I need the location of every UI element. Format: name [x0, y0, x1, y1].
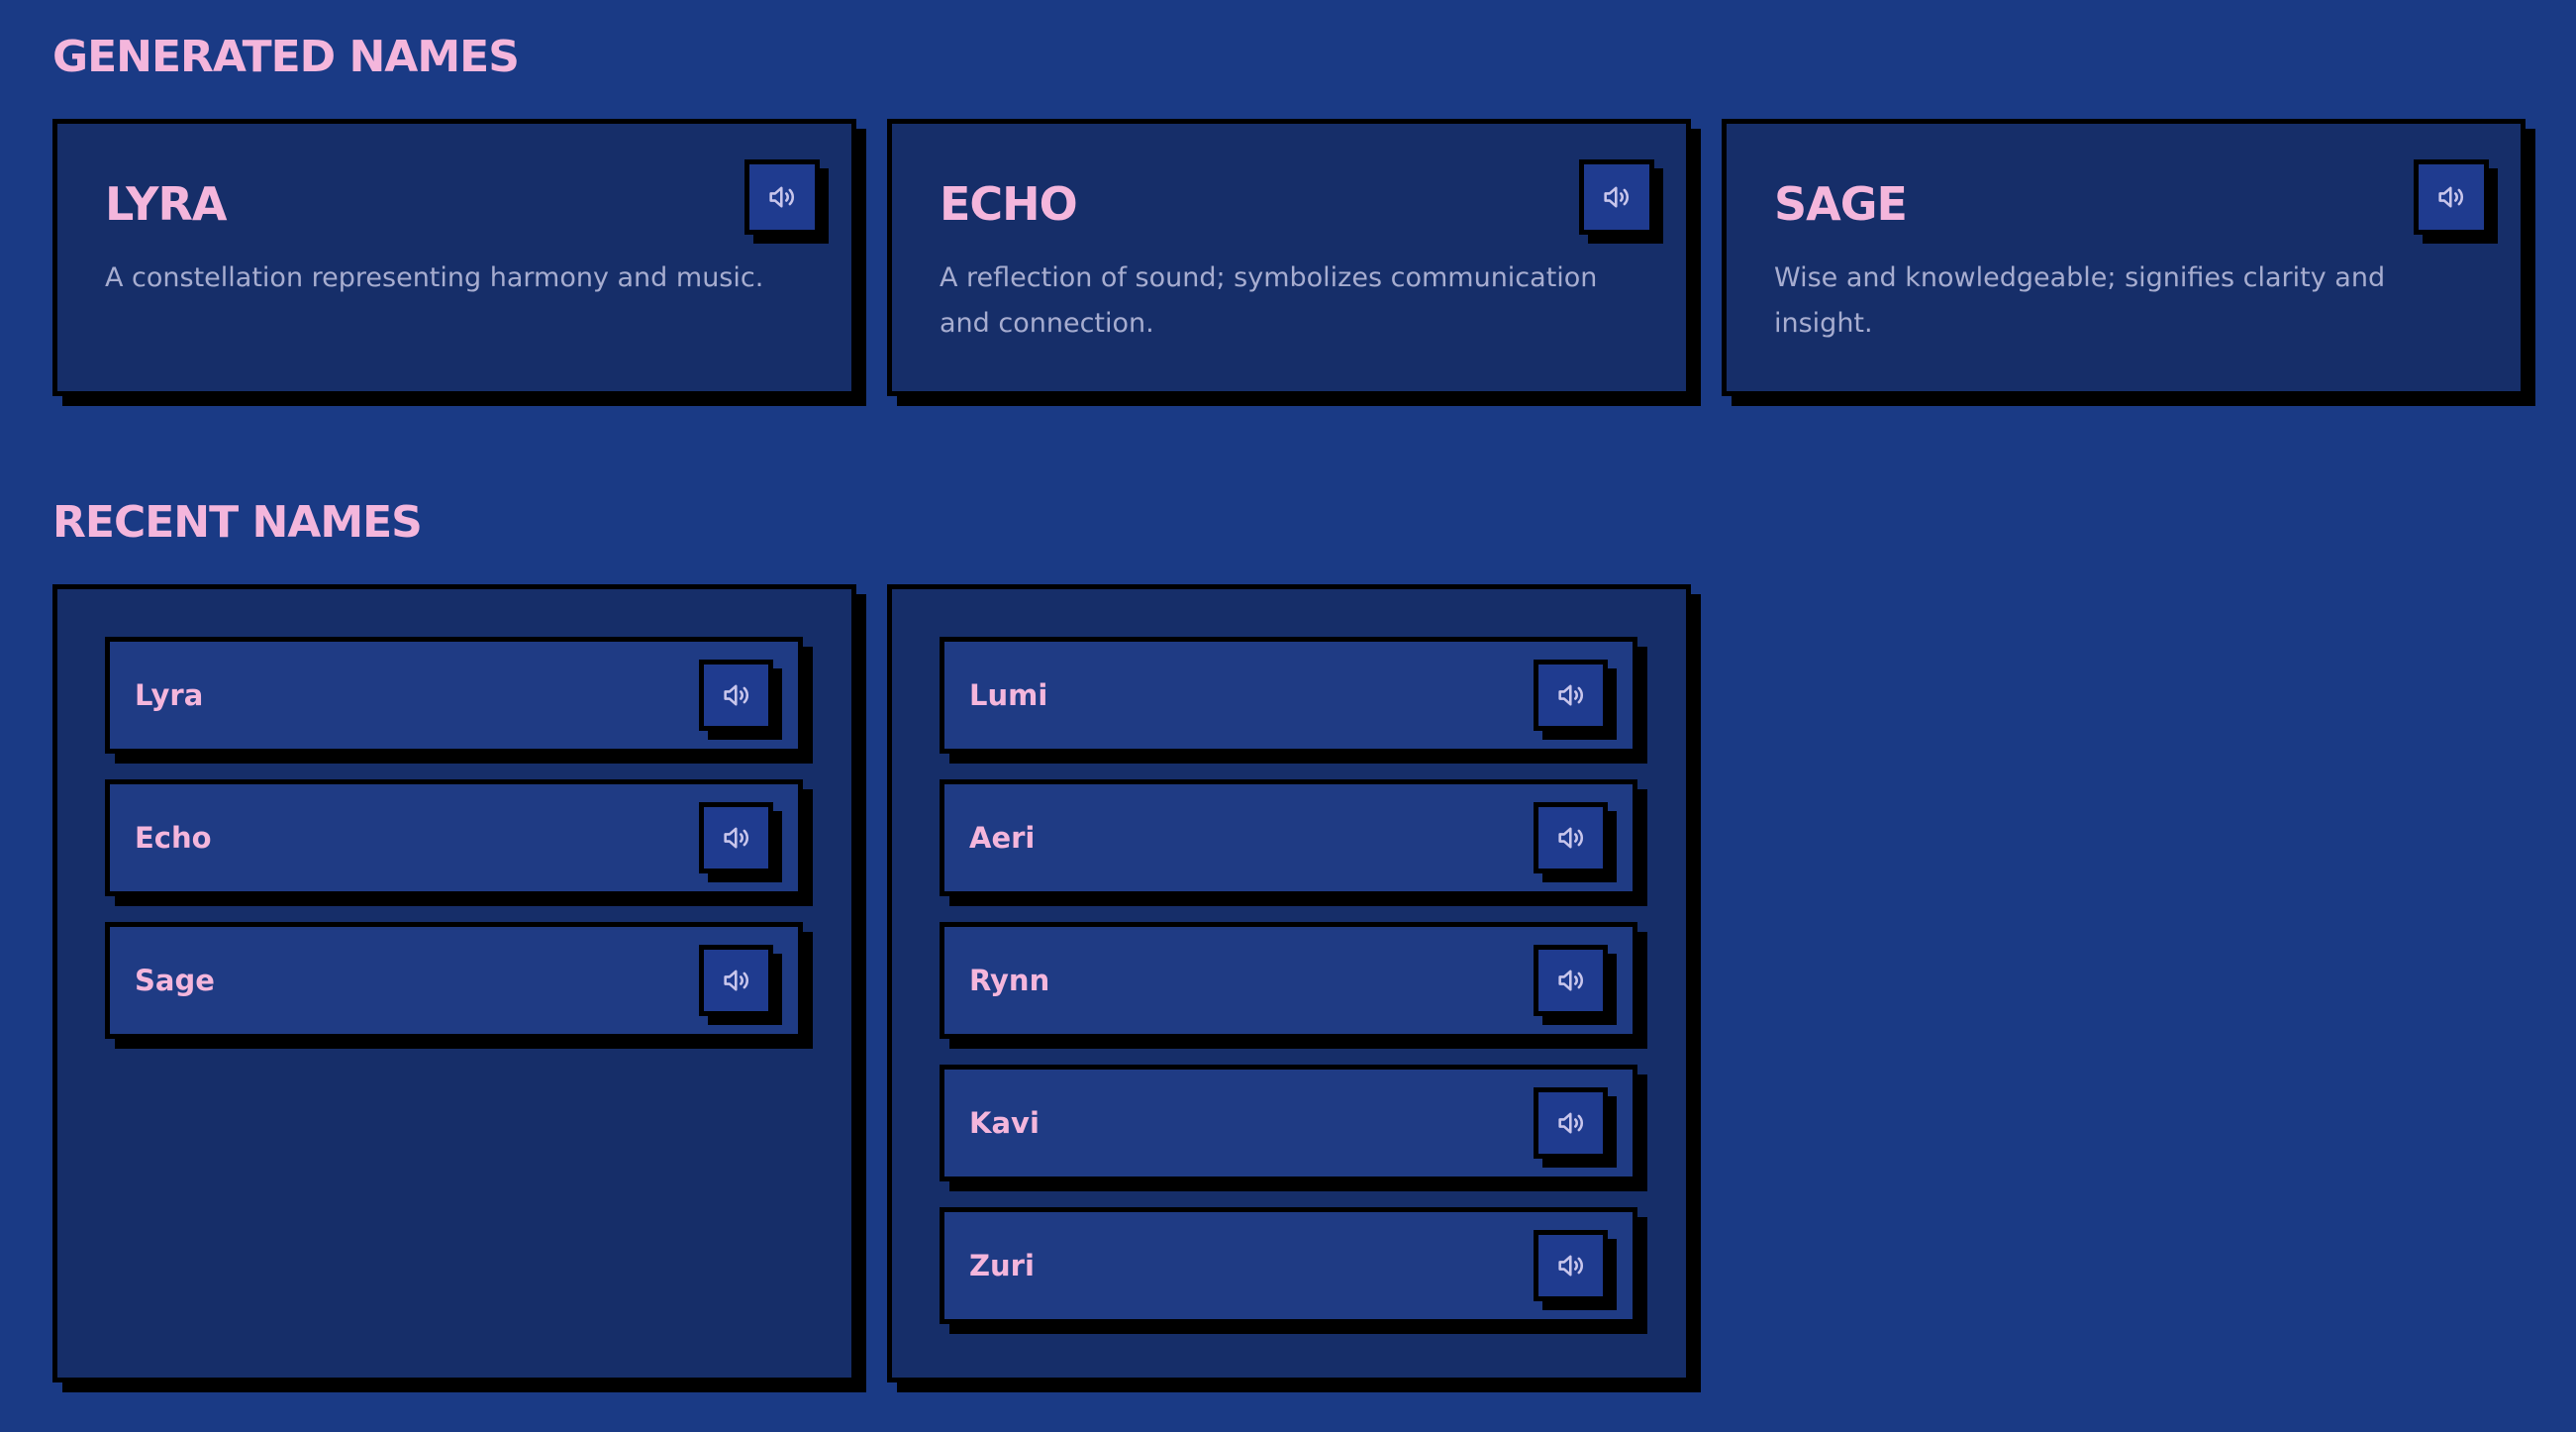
speaker-icon — [1557, 1255, 1583, 1277]
speaker-icon — [1557, 1112, 1583, 1134]
generated-name-title: LYRA — [105, 177, 227, 231]
pronounce-button[interactable] — [1534, 660, 1608, 731]
pronounce-button[interactable] — [699, 660, 773, 731]
speaker-icon — [2438, 186, 2463, 208]
generated-name-card: SAGE Wise and knowledgeable; signifies c… — [1722, 119, 2526, 396]
generated-name-card: LYRA A constellation representing harmon… — [52, 119, 856, 396]
pronounce-button[interactable] — [744, 159, 820, 235]
recent-name-label: Lyra — [135, 678, 204, 712]
recent-names-heading: RECENT NAMES — [52, 497, 423, 548]
recent-name-label: Lumi — [969, 678, 1048, 712]
recent-name-item[interactable]: Kavi — [940, 1065, 1637, 1181]
generated-name-card: ECHO A reflection of sound; symbolizes c… — [887, 119, 1691, 396]
recent-name-item[interactable]: Lumi — [940, 637, 1637, 754]
recent-names-panel: Lyra Echo Sage — [52, 584, 856, 1382]
pronounce-button[interactable] — [1534, 1230, 1608, 1301]
pronounce-button[interactable] — [1534, 1087, 1608, 1159]
recent-name-label: Zuri — [969, 1249, 1035, 1282]
speaker-icon — [1557, 684, 1583, 706]
recent-name-label: Aeri — [969, 821, 1036, 855]
speaker-icon — [1557, 970, 1583, 991]
recent-name-label: Sage — [135, 964, 215, 997]
recent-name-item[interactable]: Sage — [105, 922, 803, 1039]
pronounce-button[interactable] — [1534, 802, 1608, 873]
speaker-icon — [723, 827, 748, 849]
speaker-icon — [1604, 186, 1629, 208]
speaker-icon — [1557, 827, 1583, 849]
recent-name-label: Rynn — [969, 964, 1050, 997]
recent-name-item[interactable]: Rynn — [940, 922, 1637, 1039]
generated-name-description: Wise and knowledgeable; signifies clarit… — [1774, 262, 2386, 339]
recent-name-item[interactable]: Aeri — [940, 779, 1637, 896]
recent-names-panel: Lumi Aeri Rynn Kavi Zuri — [887, 584, 1691, 1382]
speaker-icon — [769, 186, 794, 208]
recent-name-item[interactable]: Echo — [105, 779, 803, 896]
recent-name-label: Kavi — [969, 1106, 1040, 1140]
generated-name-description: A reflection of sound; symbolizes commun… — [940, 262, 1598, 339]
pronounce-button[interactable] — [1579, 159, 1654, 235]
generated-name-title: ECHO — [940, 177, 1078, 231]
recent-name-item[interactable]: Zuri — [940, 1207, 1637, 1324]
pronounce-button[interactable] — [699, 945, 773, 1016]
recent-name-label: Echo — [135, 821, 212, 855]
pronounce-button[interactable] — [2414, 159, 2489, 235]
recent-name-item[interactable]: Lyra — [105, 637, 803, 754]
recent-names-list: Lyra Echo Sage — [105, 637, 803, 1065]
generated-names-heading: GENERATED NAMES — [52, 32, 520, 82]
generated-name-title: SAGE — [1774, 177, 1908, 231]
recent-names-list: Lumi Aeri Rynn Kavi Zuri — [940, 637, 1637, 1350]
generated-name-description: A constellation representing harmony and… — [105, 262, 764, 293]
speaker-icon — [723, 684, 748, 706]
pronounce-button[interactable] — [1534, 945, 1608, 1016]
pronounce-button[interactable] — [699, 802, 773, 873]
speaker-icon — [723, 970, 748, 991]
